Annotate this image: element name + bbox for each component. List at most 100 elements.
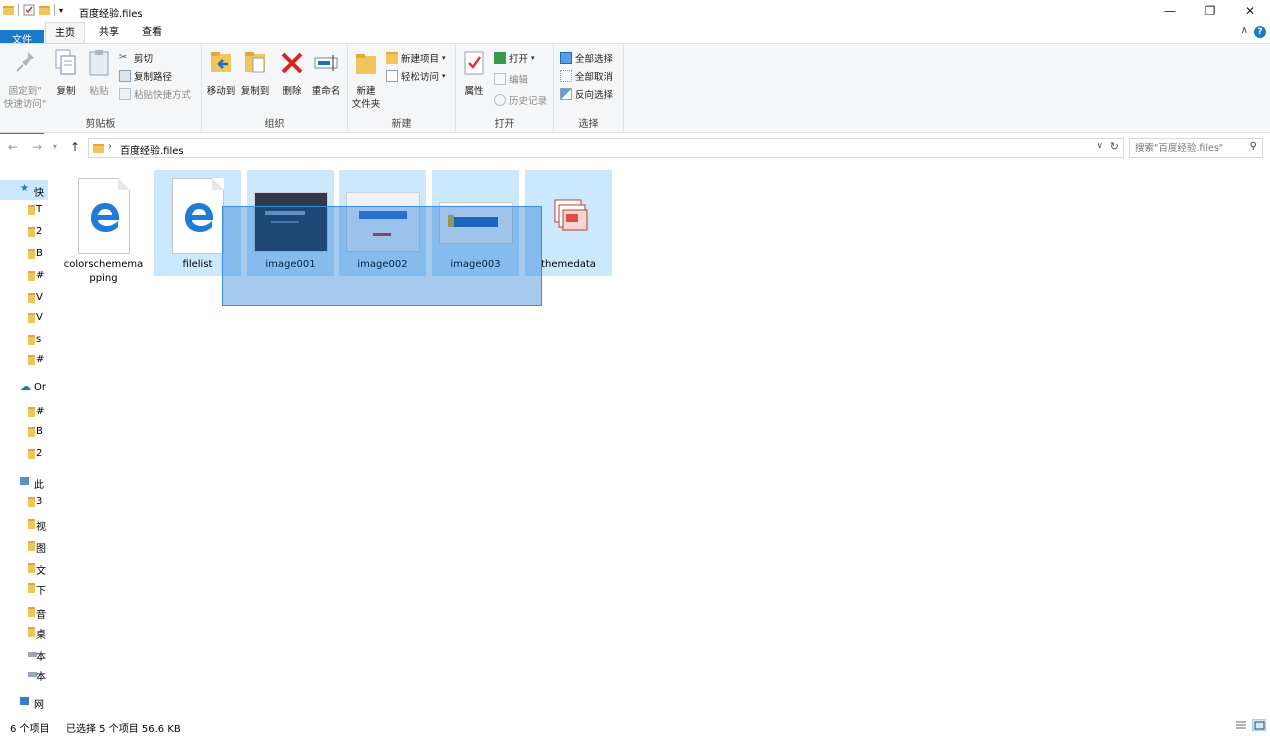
nav-item[interactable]: 文 — [0, 558, 48, 578]
help-icon[interactable]: ? — [1254, 26, 1266, 38]
breadcrumb-chevron-icon[interactable]: › — [108, 141, 112, 152]
nav-item[interactable]: V — [0, 308, 48, 328]
new-folder-button[interactable]: 新建 文件夹 — [350, 48, 382, 111]
history-button[interactable]: 历史记录 — [494, 92, 547, 108]
details-view-icon[interactable] — [1234, 719, 1248, 731]
edit-button[interactable]: 编辑 — [494, 71, 528, 87]
nav-item[interactable]: 本 — [0, 644, 48, 664]
nav-item[interactable]: # — [0, 402, 48, 422]
new-folder-icon[interactable] — [39, 5, 50, 15]
copy-to-button[interactable]: 复制到 — [238, 48, 272, 98]
quick-access-toolbar: ▾ — [3, 4, 63, 16]
open-button[interactable]: 打开 ▾ — [494, 50, 535, 66]
invert-selection-button[interactable]: 反向选择 — [560, 86, 613, 102]
folder-icon — [28, 563, 35, 573]
new-item-button[interactable]: 新建项目 ▾ — [386, 50, 446, 66]
copy-path-button[interactable]: 复制路径 — [119, 68, 172, 84]
move-to-label: 移动到 — [206, 86, 236, 97]
nav-item[interactable]: T — [0, 200, 48, 220]
title-bar: ▾ 百度经验.files — ❐ ✕ — [0, 0, 1270, 22]
properties-button[interactable]: 属性 — [460, 48, 488, 98]
nav-item[interactable]: 本 — [0, 664, 48, 684]
address-bar[interactable]: › 百度经验.files ∨ ↻ — [88, 138, 1124, 158]
move-to-button[interactable]: 移动到 — [204, 48, 238, 98]
nav-item[interactable]: 3 — [0, 492, 48, 512]
copy-icon — [55, 49, 76, 75]
forward-arrow-icon[interactable]: → — [32, 140, 42, 154]
nav-item[interactable]: # — [0, 350, 48, 370]
nav-item[interactable]: 网 — [0, 692, 48, 712]
up-arrow-icon[interactable]: ↑ — [70, 140, 80, 154]
recent-locations-icon[interactable]: ▾ — [53, 142, 57, 151]
nav-item[interactable]: 下 — [0, 578, 48, 598]
pin-label: 固定到" 快速访问" — [3, 86, 47, 110]
theme-file-icon — [543, 178, 595, 257]
separator — [54, 4, 55, 16]
nav-item[interactable]: 音 — [0, 602, 48, 622]
properties-icon — [464, 51, 484, 75]
copy-button[interactable]: 复制 — [52, 48, 80, 98]
nav-item[interactable]: 图 — [0, 536, 48, 556]
address-dropdown-icon[interactable]: ∨ — [1096, 141, 1103, 151]
nav-item[interactable]: ★ 快 — [0, 180, 48, 200]
search-box[interactable]: ⚲ — [1129, 138, 1263, 158]
paste-shortcut-label: 粘贴快捷方式 — [134, 90, 192, 101]
computer-icon — [20, 477, 29, 485]
address-path[interactable]: 百度经验.files — [120, 142, 184, 157]
close-button[interactable]: ✕ — [1240, 3, 1260, 19]
cut-button[interactable]: ✂ 剪切 — [119, 50, 153, 66]
nav-item[interactable]: V — [0, 288, 48, 308]
file-list-view[interactable]: colorschememapping filelist image001 image0… — [48, 162, 1270, 714]
edge-html-file-icon — [77, 178, 130, 254]
nav-item[interactable]: 2 — [0, 222, 48, 242]
nav-item-label: B — [36, 248, 43, 259]
select-all-button[interactable]: 全部选择 — [560, 50, 613, 66]
nav-item-label: 2 — [36, 448, 43, 459]
pin-quick-access-button[interactable]: 固定到" 快速访问" — [2, 48, 48, 111]
paste-shortcut-button[interactable]: 粘贴快捷方式 — [119, 86, 191, 102]
minimize-button[interactable]: — — [1160, 3, 1180, 19]
nav-item[interactable]: ☁ Or — [0, 378, 48, 398]
select-none-icon — [560, 70, 572, 82]
delete-button[interactable]: 删除 — [278, 48, 306, 98]
folder-icon — [28, 355, 35, 365]
selection-info: 已选择 5 个项目 56.6 KB — [66, 724, 181, 735]
easy-access-button[interactable]: 轻松访问 ▾ — [386, 68, 446, 84]
customize-qat-icon[interactable]: ▾ — [59, 6, 63, 15]
nav-item-label: 视 — [36, 522, 46, 533]
refresh-icon[interactable]: ↻ — [1110, 140, 1119, 153]
back-arrow-icon[interactable]: ← — [8, 140, 18, 154]
rename-button[interactable]: 重命名 — [308, 48, 344, 98]
nav-item[interactable]: 视 — [0, 514, 48, 534]
edge-html-file-icon — [171, 178, 224, 254]
large-icons-view-icon[interactable] — [1252, 719, 1266, 731]
nav-item-label: 此 — [34, 480, 44, 491]
properties-check-icon[interactable] — [23, 4, 35, 16]
folder-icon — [28, 449, 35, 459]
tab-home[interactable]: 主页 — [45, 22, 85, 43]
search-input[interactable] — [1130, 139, 1242, 157]
nav-item[interactable]: 桌 — [0, 622, 48, 642]
select-none-button[interactable]: 全部取消 — [560, 68, 613, 84]
nav-item[interactable]: 2 — [0, 444, 48, 464]
nav-item[interactable]: B — [0, 244, 48, 264]
open-group-label: 打开 — [494, 119, 515, 130]
nav-item-label: 网 — [34, 700, 44, 711]
nav-item-label: T — [36, 204, 43, 215]
search-icon[interactable]: ⚲ — [1250, 141, 1257, 152]
nav-item[interactable]: s — [0, 330, 48, 350]
nav-item[interactable]: # — [0, 266, 48, 286]
nav-item[interactable]: B — [0, 422, 48, 442]
folder-icon — [28, 519, 35, 529]
maximize-button[interactable]: ❐ — [1200, 3, 1220, 19]
easy-access-label: 轻松访问 — [401, 72, 440, 83]
nav-item-label: 文 — [36, 566, 46, 577]
tab-view[interactable]: 查看 — [133, 22, 171, 43]
paste-button[interactable]: 粘贴 — [84, 48, 114, 98]
nav-item[interactable]: 此 — [0, 472, 48, 492]
folder-icon — [28, 607, 35, 617]
move-to-icon — [211, 52, 231, 72]
collapse-ribbon-icon[interactable]: ∧ — [1241, 25, 1248, 36]
file-item[interactable]: colorschememapping — [60, 170, 147, 284]
tab-share[interactable]: 共享 — [90, 22, 128, 43]
